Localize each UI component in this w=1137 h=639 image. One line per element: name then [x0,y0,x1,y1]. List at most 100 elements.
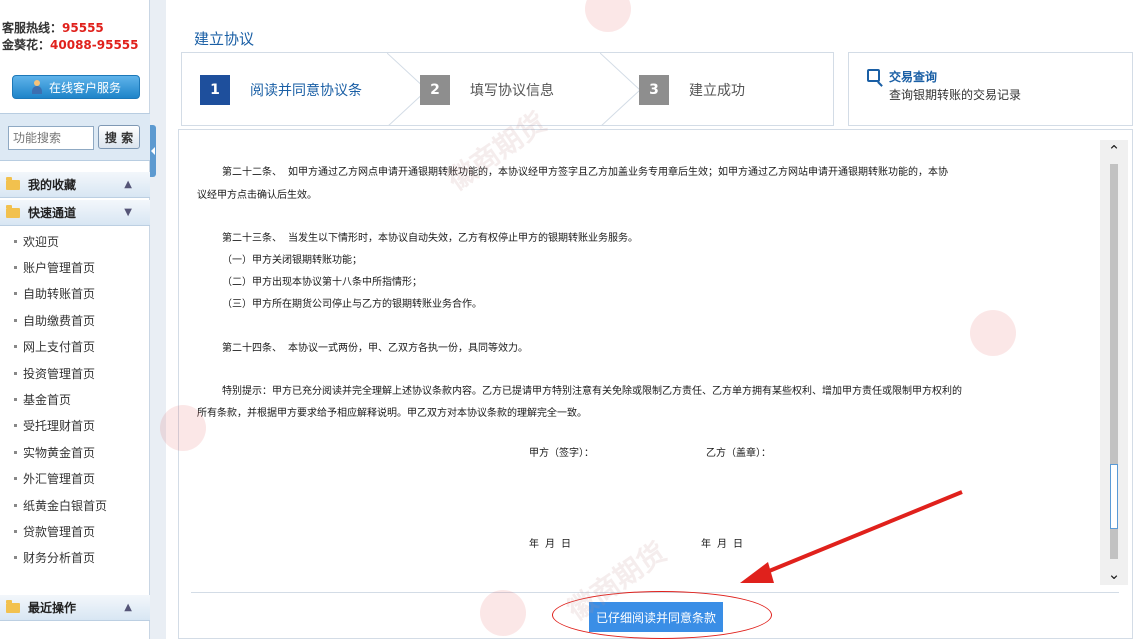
step-3: 3 建立成功 [639,53,745,125]
menu-item-gold[interactable]: 实物黄金首页 [0,439,150,465]
menu-item-label: 自助转账首页 [23,287,96,302]
menu-group-recent[interactable]: 最近操作 ▲ [0,595,150,621]
bullet-icon [14,424,17,428]
step-2: 2 填写协议信息 [420,53,554,125]
clause-22-line-1: 第二十二条、 如甲方通过乙方网点申请开通银期转账功能的，本协议经甲方签字且乙方加… [222,167,949,178]
clause-23: 第二十三条、 当发生以下情形时，本协议自动失效，乙方有权停止甲方的银期转账业务服… [222,233,639,244]
folder-icon [6,176,20,190]
menu-item-investment[interactable]: 投资管理首页 [0,360,150,386]
menu-item-account[interactable]: 账户管理首页 [0,254,150,280]
chevron-up-icon: ▲ [124,602,132,613]
bullet-icon [14,345,17,349]
agreement-scrollbar[interactable]: ⌃ ⌄ [1100,140,1128,585]
menu-item-label: 纸黄金白银首页 [23,498,108,513]
menu-item-online-pay[interactable]: 网上支付首页 [0,334,150,360]
bullet-icon [14,239,17,243]
jinkuihua-number: 40088-95555 [50,38,139,52]
function-search-panel: 搜 索 [0,113,150,161]
special-notice-line-2: 所有条款，并根据甲方要求给予相应解释说明。甲乙双方对本协议条款的理解完全一致。 [197,408,587,419]
chevron-down-icon: ▼ [124,207,132,218]
clause-22-line-2: 议经甲方点击确认后生效。 [197,190,317,201]
bullet-icon [14,318,17,322]
bullet-icon [14,371,17,375]
quick-menu-list: 欢迎页 账户管理首页 自助转账首页 自助缴费首页 网上支付首页 投资管理首页 基… [0,228,150,571]
transaction-query-link[interactable]: 交易查询 [889,68,937,85]
transaction-query-desc: 查询银期转账的交易记录 [889,88,1022,102]
menu-item-transfer[interactable]: 自助转账首页 [0,281,150,307]
menu-item-label: 财务分析首页 [23,551,96,566]
menu-item-fund[interactable]: 基金首页 [0,386,150,412]
sidebar-collapse-handle[interactable] [150,125,156,177]
bullet-icon [14,292,17,296]
menu-item-entrusted[interactable]: 受托理财首页 [0,413,150,439]
party-b-date: 年 月 日 [701,539,744,550]
menu-item-finance[interactable]: 财务分析首页 [0,545,150,571]
hotline-label: 客服热线： [2,21,63,35]
scrollbar-track[interactable] [1110,164,1118,559]
agreement-panel: 第二十二条、 如甲方通过乙方网点申请开通银期转账功能的，本协议经甲方签字且乙方加… [178,129,1133,639]
menu-item-label: 外汇管理首页 [23,472,96,487]
online-service-label: 在线客户服务 [48,80,121,95]
main-panel: 建立协议 1 阅读并同意协议条 2 填写协议信息 3 建立成功 交易查询 查询银… [166,0,1137,639]
clause-23-item-2: （二）甲方出现本协议第十八条中所指情形； [222,277,422,288]
scrollbar-thumb[interactable] [1110,464,1118,529]
menu-group-label: 最近操作 [28,601,77,615]
menu-group-label: 我的收藏 [28,178,77,192]
agree-terms-button[interactable]: 已仔细阅读并同意条款 [589,602,723,632]
menu-group-quick[interactable]: 快速通道 ▼ [0,200,150,226]
bullet-icon [14,556,17,560]
menu-item-label: 受托理财首页 [23,419,96,434]
chevron-up-icon: ▲ [124,179,132,190]
party-a-signature: 甲方（签字）： [529,448,594,459]
menu-item-welcome[interactable]: 欢迎页 [0,228,150,254]
chevron-down-icon[interactable]: ⌄ [1100,563,1128,585]
menu-item-payment[interactable]: 自助缴费首页 [0,307,150,333]
bullet-icon [14,450,17,454]
menu-item-label: 账户管理首页 [23,261,96,276]
jinkuihua-label: 金葵花： [2,38,51,52]
step-label: 阅读并同意协议条 [250,83,362,99]
step-number: 1 [200,75,230,105]
menu-item-label: 自助缴费首页 [23,313,96,328]
special-notice-line-1: 特别提示：甲方已充分阅读并完全理解上述协议条款内容。乙方已提请甲方特别注意有关免… [222,386,962,397]
step-label: 建立成功 [689,83,745,99]
customer-service-icon [31,80,43,94]
left-sidebar: 客服热线：95555 金葵花：40088-95555 在线客户服务 搜 索 我的… [0,0,150,639]
step-indicator: 1 阅读并同意协议条 2 填写协议信息 3 建立成功 [181,52,834,126]
page-title: 建立协议 [194,30,255,48]
agreement-text: 第二十二条、 如甲方通过乙方网点申请开通银期转账功能的，本协议经甲方签字且乙方加… [179,130,1099,590]
folder-icon [6,599,20,613]
menu-item-paper-gold[interactable]: 纸黄金白银首页 [0,492,150,518]
clause-23-item-3: （三）甲方所在期货公司停止与乙方的银期转账业务合作。 [222,299,482,310]
menu-item-loan[interactable]: 贷款管理首页 [0,518,150,544]
bullet-icon [14,398,17,402]
chevron-up-icon[interactable]: ⌃ [1100,140,1128,162]
hotline-number: 95555 [62,21,104,35]
search-button[interactable]: 搜 索 [98,125,140,149]
menu-group-favorites[interactable]: 我的收藏 ▲ [0,172,150,198]
party-b-seal: 乙方（盖章）： [706,448,771,459]
menu-item-label: 欢迎页 [23,234,60,249]
bullet-icon [14,477,17,481]
search-icon [867,69,880,82]
function-search-input[interactable] [8,126,94,150]
menu-item-label: 贷款管理首页 [23,524,96,539]
step-label: 填写协议信息 [470,83,554,99]
transaction-query-panel[interactable]: 交易查询 查询银期转账的交易记录 [848,52,1133,126]
clause-23-item-1: （一）甲方关闭银期转账功能； [222,255,362,266]
menu-item-label: 网上支付首页 [23,340,96,355]
bullet-icon [14,529,17,533]
step-1: 1 阅读并同意协议条 [200,53,362,125]
menu-item-label: 实物黄金首页 [23,445,96,460]
bullet-icon [14,266,17,270]
step-number: 3 [639,75,669,105]
menu-item-label: 基金首页 [23,393,72,408]
online-service-button[interactable]: 在线客户服务 [12,75,140,99]
step-number: 2 [420,75,450,105]
folder-icon [6,204,20,218]
menu-item-forex[interactable]: 外汇管理首页 [0,466,150,492]
menu-item-label: 投资管理首页 [23,366,96,381]
clause-24: 第二十四条、 本协议一式两份，甲、乙双方各执一份，具同等效力。 [222,343,529,354]
bullet-icon [14,503,17,507]
hotline-block: 客服热线：95555 金葵花：40088-95555 [0,0,149,54]
